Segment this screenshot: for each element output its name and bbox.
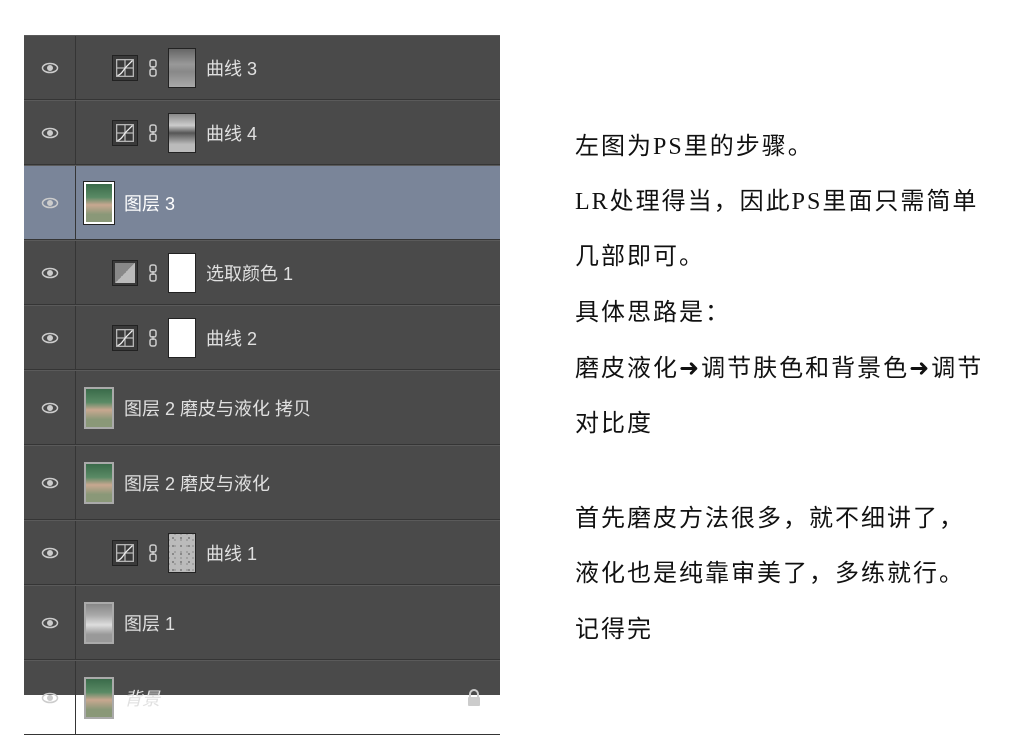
article-text: 左图为PS里的步骤。 LR处理得当，因此PS里面只需简单几部即可。 具体思路是：… bbox=[575, 120, 985, 658]
layer-content: 图层 2 磨皮与液化 bbox=[76, 446, 270, 519]
visibility-toggle[interactable] bbox=[24, 371, 76, 444]
layer-thumbnail[interactable] bbox=[84, 462, 114, 504]
arrow-icon: ➜ bbox=[679, 355, 701, 382]
eye-icon bbox=[41, 614, 59, 632]
curves-adjustment-icon bbox=[112, 120, 138, 146]
layer-content: 背景 bbox=[76, 661, 160, 734]
visibility-toggle[interactable] bbox=[24, 446, 76, 519]
layer-name[interactable]: 曲线 2 bbox=[206, 325, 257, 351]
layer-name[interactable]: 背景 bbox=[124, 685, 160, 711]
layer-thumbnail[interactable] bbox=[84, 387, 114, 429]
layer-mask-thumb[interactable] bbox=[168, 318, 196, 358]
layer-name[interactable]: 曲线 4 bbox=[206, 120, 257, 146]
visibility-toggle[interactable] bbox=[24, 241, 76, 304]
article-p4: 磨皮液化➜调节肤色和背景色➜调节对比度 bbox=[575, 341, 985, 452]
layer-content: 图层 1 bbox=[76, 586, 175, 659]
layer-content: 曲线 1 bbox=[76, 521, 257, 584]
layer-row[interactable]: 图层 1 bbox=[24, 585, 500, 660]
eye-icon bbox=[41, 689, 59, 707]
layer-row[interactable]: 图层 2 磨皮与液化 拷贝 bbox=[24, 370, 500, 445]
eye-icon bbox=[41, 399, 59, 417]
layer-mask-thumb[interactable] bbox=[168, 253, 196, 293]
layer-content: 选取颜色 1 bbox=[76, 241, 293, 304]
visibility-toggle[interactable] bbox=[24, 36, 76, 99]
link-icon bbox=[144, 120, 162, 146]
workflow-step-1: 磨皮液化 bbox=[575, 356, 679, 382]
layers-panel: 曲线 3 曲线 4 图层 3 选取颜色 1 曲线 2 图层 2 磨皮与液化 拷贝图层 2 … bbox=[24, 35, 500, 695]
article-p5: 首先磨皮方法很多，就不细讲了，液化也是纯靠审美了，多练就行。记得完 bbox=[575, 492, 985, 658]
layer-name[interactable]: 图层 3 bbox=[124, 190, 175, 216]
visibility-toggle[interactable] bbox=[24, 306, 76, 369]
layer-row[interactable]: 曲线 2 bbox=[24, 305, 500, 370]
layer-name[interactable]: 曲线 1 bbox=[206, 540, 257, 566]
layer-content: 曲线 4 bbox=[76, 101, 257, 164]
curves-adjustment-icon bbox=[112, 540, 138, 566]
link-icon bbox=[144, 540, 162, 566]
layer-name[interactable]: 图层 1 bbox=[124, 610, 175, 636]
layer-row[interactable]: 曲线 4 bbox=[24, 100, 500, 165]
layer-row[interactable]: 图层 2 磨皮与液化 bbox=[24, 445, 500, 520]
visibility-toggle[interactable] bbox=[24, 101, 76, 164]
curves-adjustment-icon bbox=[112, 55, 138, 81]
eye-icon bbox=[41, 329, 59, 347]
layer-mask-thumb[interactable] bbox=[168, 533, 196, 573]
layer-row[interactable]: 背景 bbox=[24, 660, 500, 735]
article-p1: 左图为PS里的步骤。 bbox=[575, 120, 985, 175]
visibility-toggle[interactable] bbox=[24, 521, 76, 584]
article-p2: LR处理得当，因此PS里面只需简单几部即可。 bbox=[575, 175, 985, 285]
layer-name[interactable]: 曲线 3 bbox=[206, 55, 257, 81]
layer-content: 曲线 3 bbox=[76, 36, 257, 99]
layer-row[interactable]: 图层 3 bbox=[24, 165, 500, 240]
layer-name[interactable]: 图层 2 磨皮与液化 bbox=[124, 470, 270, 496]
eye-icon bbox=[41, 544, 59, 562]
layer-thumbnail[interactable] bbox=[84, 602, 114, 644]
layer-name[interactable]: 图层 2 磨皮与液化 拷贝 bbox=[124, 395, 311, 421]
layer-row[interactable]: 曲线 3 bbox=[24, 35, 500, 100]
layer-content: 图层 3 bbox=[76, 166, 175, 239]
arrow-icon: ➜ bbox=[909, 355, 931, 382]
layer-thumbnail[interactable] bbox=[84, 182, 114, 224]
article-p3: 具体思路是： bbox=[575, 286, 985, 341]
workflow-step-2: 调节肤色和背景色 bbox=[701, 356, 909, 382]
curves-adjustment-icon bbox=[112, 325, 138, 351]
eye-icon bbox=[41, 264, 59, 282]
layer-mask-thumb[interactable] bbox=[168, 113, 196, 153]
layer-name[interactable]: 选取颜色 1 bbox=[206, 260, 293, 286]
link-icon bbox=[144, 55, 162, 81]
eye-icon bbox=[41, 59, 59, 77]
layer-row[interactable]: 选取颜色 1 bbox=[24, 240, 500, 305]
layer-content: 图层 2 磨皮与液化 拷贝 bbox=[76, 371, 311, 444]
layer-mask-thumb[interactable] bbox=[168, 48, 196, 88]
link-icon bbox=[144, 325, 162, 351]
layer-row[interactable]: 曲线 1 bbox=[24, 520, 500, 585]
visibility-toggle[interactable] bbox=[24, 166, 76, 239]
selective-color-icon bbox=[112, 260, 138, 286]
eye-icon bbox=[41, 124, 59, 142]
eye-icon bbox=[41, 194, 59, 212]
eye-icon bbox=[41, 474, 59, 492]
layer-thumbnail[interactable] bbox=[84, 677, 114, 719]
visibility-toggle[interactable] bbox=[24, 661, 76, 734]
layer-content: 曲线 2 bbox=[76, 306, 257, 369]
visibility-toggle[interactable] bbox=[24, 586, 76, 659]
link-icon bbox=[144, 260, 162, 286]
lock-icon bbox=[466, 689, 482, 707]
